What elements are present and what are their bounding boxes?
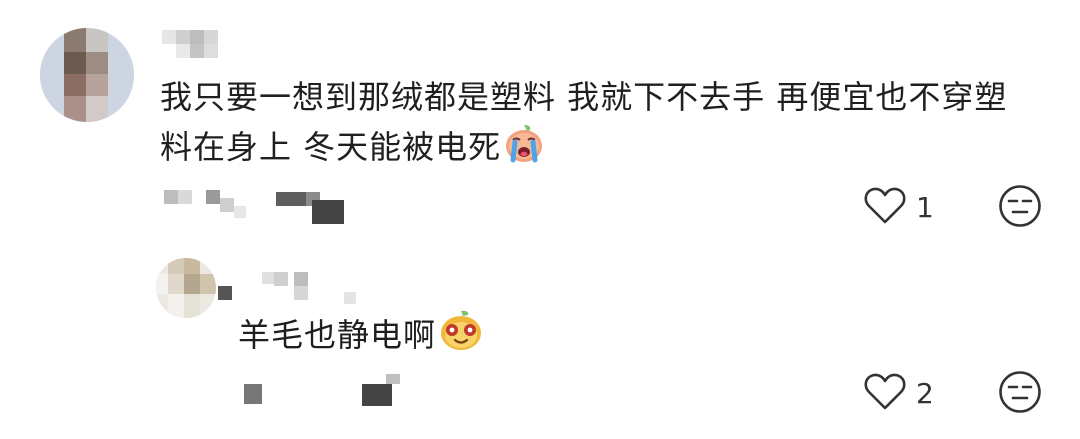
crying-face-emoji: [503, 122, 545, 178]
like-count: 1: [916, 191, 934, 224]
reply-meta-redacted: [244, 374, 404, 408]
comment-meta-redacted: [164, 188, 354, 224]
comment-line-1: 我只要一想到那绒都是塑料 我就下不去手 再便宜也不穿塑: [160, 78, 1008, 116]
reply-dislike-button[interactable]: [998, 370, 1042, 418]
like-button[interactable]: 1: [864, 187, 934, 229]
reply-content: 羊毛也静电啊: [238, 316, 437, 354]
reply-like-button[interactable]: 2: [864, 373, 934, 415]
heart-outline-icon: [864, 187, 906, 229]
heart-outline-icon: [864, 373, 906, 415]
avatar[interactable]: [40, 28, 134, 122]
reply-text: 羊毛也静电啊: [238, 308, 484, 366]
meh-face-icon: [998, 371, 1042, 418]
reply-avatar[interactable]: [156, 258, 216, 318]
meh-face-icon: [998, 185, 1042, 232]
comment-text: 我只要一想到那绒都是塑料 我就下不去手 再便宜也不穿塑: [160, 72, 1007, 122]
reply-username-redacted[interactable]: [218, 272, 368, 306]
comment-line-2: 料在身上 冬天能被电死: [160, 128, 502, 166]
username-redacted[interactable]: [162, 30, 232, 58]
comment-text-continued: 料在身上 冬天能被电死: [160, 122, 545, 178]
smug-face-emoji: [438, 308, 484, 366]
dislike-button[interactable]: [998, 184, 1042, 232]
reply-like-count: 2: [916, 377, 934, 410]
